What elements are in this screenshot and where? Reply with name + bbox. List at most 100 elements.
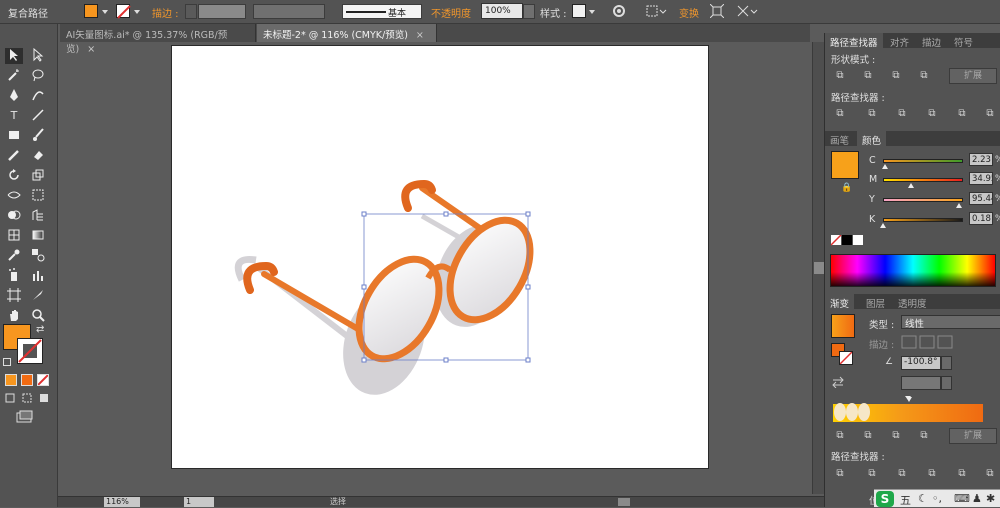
- crop-icon[interactable]: ⧉: [925, 467, 939, 480]
- none-mode-button[interactable]: [37, 374, 49, 386]
- color-mode-button[interactable]: [5, 374, 17, 386]
- sogou-s-icon[interactable]: S: [876, 491, 894, 507]
- color-spectrum[interactable]: [830, 254, 996, 287]
- expand-button[interactable]: 扩展: [949, 68, 997, 84]
- aspect-dropdown[interactable]: [941, 376, 952, 390]
- yellow-slider-knob[interactable]: [956, 203, 963, 208]
- artboard-tool[interactable]: [5, 288, 23, 304]
- cyan-value[interactable]: 2.23: [969, 153, 993, 166]
- scroll-thumb[interactable]: [814, 262, 824, 274]
- punctuation-icon[interactable]: ◦,: [932, 492, 942, 505]
- merge-icon[interactable]: ⧉: [895, 107, 909, 120]
- free-transform-tool[interactable]: [29, 188, 47, 204]
- gradient-preview[interactable]: [831, 314, 855, 338]
- pencil-tool[interactable]: [5, 148, 23, 164]
- crop-icon[interactable]: ⧉: [925, 107, 939, 120]
- user-icon[interactable]: ♟: [972, 492, 982, 505]
- gradient-stops[interactable]: [833, 402, 871, 424]
- angle-dropdown[interactable]: [941, 356, 952, 370]
- symbol-sprayer-tool[interactable]: [5, 268, 23, 284]
- screen-mode-button[interactable]: [16, 410, 34, 424]
- opacity-dropdown[interactable]: [523, 4, 535, 19]
- intersect-icon[interactable]: ⧉: [889, 69, 903, 82]
- tab-color[interactable]: 颜色: [857, 131, 887, 147]
- glasses-artwork[interactable]: [172, 46, 708, 468]
- minus-front-icon[interactable]: ⧉: [861, 429, 875, 442]
- default-colors-icon[interactable]: [3, 358, 11, 366]
- stroke-dropdown-icon[interactable]: [134, 10, 140, 14]
- cyan-slider-knob[interactable]: [881, 164, 888, 169]
- trim-icon[interactable]: ⧉: [865, 467, 879, 480]
- magenta-slider-knob[interactable]: [907, 183, 914, 188]
- merge-icon[interactable]: ⧉: [895, 467, 909, 480]
- magenta-value[interactable]: 34.95: [969, 172, 993, 185]
- opacity-field[interactable]: 100%: [481, 3, 523, 19]
- isolate-icon[interactable]: [710, 4, 724, 18]
- brush-profile-dropdown[interactable]: 基本: [342, 4, 422, 19]
- tab-transparency[interactable]: 透明度: [893, 294, 932, 310]
- tab-close-icon[interactable]: ×: [416, 30, 424, 41]
- yellow-slider[interactable]: [883, 198, 963, 202]
- tab-gradient[interactable]: 渐变: [825, 294, 855, 310]
- outline-icon[interactable]: ⧉: [955, 467, 969, 480]
- tab-align[interactable]: 对齐: [885, 33, 914, 49]
- artboard-number-field[interactable]: 1: [184, 497, 214, 507]
- puppet-warp-icon[interactable]: [736, 4, 758, 18]
- divide-icon[interactable]: ⧉: [833, 107, 847, 120]
- style-swatch[interactable]: [572, 4, 586, 18]
- color-fill-swatch[interactable]: [831, 151, 859, 179]
- ime-mode[interactable]: 五: [900, 492, 911, 508]
- fill-swatch[interactable]: [84, 4, 98, 18]
- yellow-value[interactable]: 95.44: [969, 192, 993, 205]
- tab-pathfinder[interactable]: 路径查找器: [825, 33, 883, 49]
- tab-untitled-2[interactable]: 未标题-2* @ 116% (CMYK/预览) ×: [257, 24, 437, 42]
- tab-ai-icon-doc[interactable]: AI矢量图标.ai* @ 135.37% (RGB/预览) ×: [60, 24, 256, 55]
- reverse-gradient-button[interactable]: [831, 376, 845, 389]
- tab-stroke[interactable]: 描边: [917, 33, 946, 49]
- gradient-mode-button[interactable]: [21, 374, 33, 386]
- gradient-stroke-swatch[interactable]: [839, 351, 853, 365]
- lasso-tool[interactable]: [29, 68, 47, 84]
- perspective-grid-tool[interactable]: [29, 208, 47, 224]
- aspect-ratio-field[interactable]: [901, 376, 941, 390]
- outline-icon[interactable]: ⧉: [955, 107, 969, 120]
- eyedropper-tool[interactable]: [5, 248, 23, 264]
- stroke-gradient-buttons[interactable]: [901, 335, 953, 349]
- out-of-gamut-icon[interactable]: 🔒: [841, 183, 852, 193]
- gradient-angle-field[interactable]: -100.8°: [901, 356, 941, 370]
- gradient-type-dropdown[interactable]: 线性: [901, 315, 1000, 330]
- shape-builder-tool[interactable]: [5, 208, 23, 224]
- width-tool[interactable]: [5, 188, 23, 204]
- gradient-tool[interactable]: [29, 228, 47, 244]
- cyan-slider[interactable]: [883, 159, 963, 163]
- slice-tool[interactable]: [29, 288, 47, 304]
- keyboard-icon[interactable]: ⌨: [954, 492, 970, 505]
- expand-button[interactable]: 扩展: [949, 428, 997, 444]
- exclude-icon[interactable]: ⧉: [917, 69, 931, 82]
- line-segment-tool[interactable]: [29, 108, 47, 124]
- pen-tool[interactable]: [5, 88, 23, 104]
- eraser-tool[interactable]: [29, 148, 47, 164]
- style-dropdown-icon[interactable]: [589, 10, 595, 14]
- scale-tool[interactable]: [29, 168, 47, 184]
- vertical-scrollbar[interactable]: [812, 42, 824, 494]
- mesh-tool[interactable]: [5, 228, 23, 244]
- minus-front-icon[interactable]: ⧉: [861, 69, 875, 82]
- type-tool[interactable]: T: [5, 108, 23, 124]
- magenta-slider[interactable]: [883, 178, 963, 182]
- horizontal-scroll-thumb[interactable]: [618, 498, 630, 506]
- stroke-weight-field[interactable]: [198, 4, 246, 19]
- stroke-swatch[interactable]: [116, 4, 131, 19]
- rotate-tool[interactable]: [5, 168, 23, 184]
- align-to-icon[interactable]: [645, 4, 667, 18]
- stroke-stepper[interactable]: [185, 4, 197, 19]
- minus-back-icon[interactable]: ⧉: [983, 467, 997, 480]
- trim-icon[interactable]: ⧉: [865, 107, 879, 120]
- draw-modes[interactable]: [5, 392, 53, 404]
- tab-symbols[interactable]: 符号: [949, 33, 978, 49]
- magic-wand-tool[interactable]: [5, 68, 23, 84]
- minus-back-icon[interactable]: ⧉: [983, 107, 997, 120]
- swap-fill-stroke-icon[interactable]: ⇄: [36, 324, 44, 335]
- opacity-label[interactable]: 不透明度: [431, 5, 471, 20]
- tab-close-icon[interactable]: ×: [87, 44, 95, 55]
